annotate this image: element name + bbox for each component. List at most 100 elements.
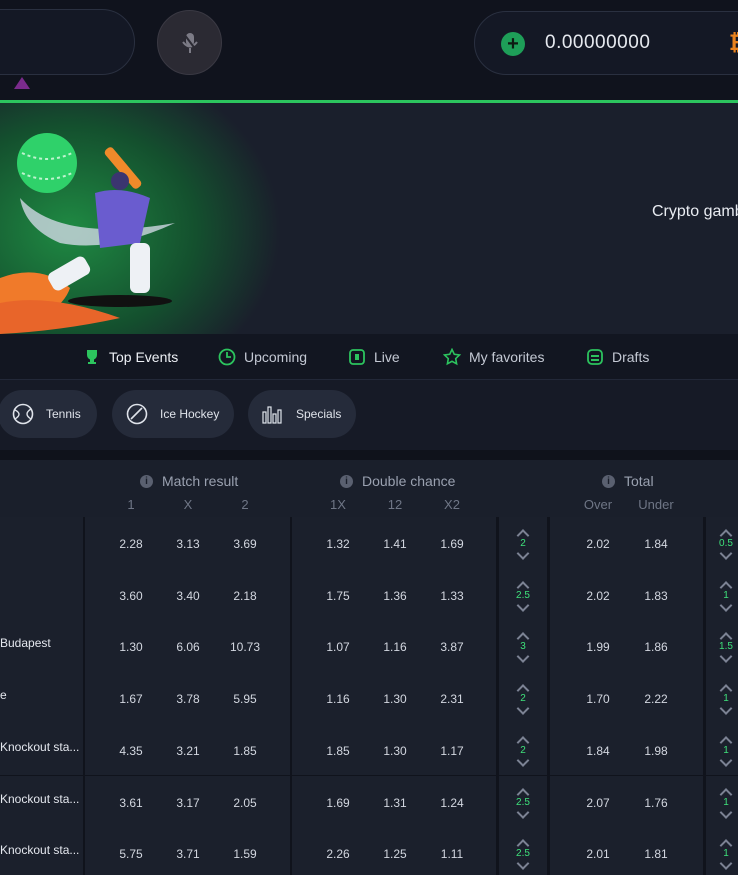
sport-chip-ice-hockey[interactable]: Ice Hockey	[112, 390, 234, 438]
chevron-down-icon[interactable]	[719, 598, 733, 612]
total-line-stepper[interactable]: 2.5	[499, 568, 547, 621]
team-cell[interactable]: Knockout sta...	[0, 723, 83, 776]
odds-button[interactable]: 1.24	[430, 796, 474, 810]
chevron-down-icon[interactable]	[719, 753, 733, 767]
total-line-stepper[interactable]: 3	[499, 620, 547, 673]
odds-button[interactable]: 10.73	[223, 640, 267, 654]
odds-button[interactable]: 5.95	[223, 692, 267, 706]
team-cell[interactable]: Knockout sta...	[0, 775, 83, 828]
next-line-stepper[interactable]: 1.5	[706, 620, 738, 673]
odds-button[interactable]: 1.32	[316, 537, 360, 551]
odds-button[interactable]: 3.69	[223, 537, 267, 551]
next-line-stepper[interactable]: 1	[706, 672, 738, 724]
team-cell[interactable]	[0, 517, 83, 569]
info-icon[interactable]: i	[340, 474, 353, 488]
odds-button[interactable]: 2.28	[109, 537, 153, 551]
odds-button[interactable]: 1.17	[430, 744, 474, 758]
odds-button[interactable]: 3.61	[109, 796, 153, 810]
info-icon[interactable]: i	[602, 474, 615, 488]
odds-button[interactable]: 3.17	[166, 796, 210, 810]
odds-button[interactable]: 3.13	[166, 537, 210, 551]
info-icon[interactable]: i	[140, 474, 153, 488]
odds-button[interactable]: 1.16	[373, 640, 417, 654]
odds-button[interactable]: 1.16	[316, 692, 360, 706]
odds-button[interactable]: 1.86	[634, 640, 678, 654]
total-line-stepper[interactable]: 2.5	[499, 775, 547, 828]
odds-button[interactable]: 2.26	[316, 847, 360, 861]
wallet-balance[interactable]: + 0.00000000 ₿	[474, 11, 738, 75]
next-line-stepper[interactable]: 1	[706, 775, 738, 828]
odds-button[interactable]: 1.69	[316, 796, 360, 810]
odds-button[interactable]: 2.18	[223, 589, 267, 603]
odds-button[interactable]: 1.81	[634, 847, 678, 861]
chevron-down-icon[interactable]	[719, 702, 733, 715]
chevron-down-icon[interactable]	[719, 650, 733, 664]
total-line-stepper[interactable]: 2.5	[499, 827, 547, 875]
odds-button[interactable]: 1.70	[576, 692, 620, 706]
odds-button[interactable]: 2.02	[576, 589, 620, 603]
deposit-plus-icon[interactable]: +	[501, 32, 525, 56]
chevron-down-icon[interactable]	[516, 547, 530, 560]
search-box[interactable]	[0, 9, 135, 75]
chevron-down-icon[interactable]	[516, 753, 530, 767]
odds-button[interactable]: 1.30	[109, 640, 153, 654]
total-line-stepper[interactable]: 2	[499, 672, 547, 724]
sport-chip-tennis[interactable]: Tennis	[0, 390, 97, 438]
odds-button[interactable]: 4.35	[109, 744, 153, 758]
next-line-stepper[interactable]: 0.5	[706, 517, 738, 569]
tab-top-events[interactable]: Top Events	[82, 346, 178, 368]
odds-button[interactable]: 1.36	[373, 589, 417, 603]
odds-button[interactable]: 3.60	[109, 589, 153, 603]
odds-button[interactable]: 3.78	[166, 692, 210, 706]
chevron-down-icon[interactable]	[719, 547, 733, 560]
next-line-stepper[interactable]: 1	[706, 568, 738, 621]
odds-button[interactable]: 1.31	[373, 796, 417, 810]
odds-button[interactable]: 1.33	[430, 589, 474, 603]
odds-button[interactable]: 3.87	[430, 640, 474, 654]
odds-button[interactable]: 2.31	[430, 692, 474, 706]
team-cell[interactable]: Knockout sta...	[0, 827, 83, 875]
odds-button[interactable]: 1.69	[430, 537, 474, 551]
total-line-stepper[interactable]: 2	[499, 723, 547, 776]
chevron-down-icon[interactable]	[516, 650, 530, 664]
odds-button[interactable]: 1.30	[373, 692, 417, 706]
odds-button[interactable]: 1.99	[576, 640, 620, 654]
odds-button[interactable]: 2.01	[576, 847, 620, 861]
odds-button[interactable]: 1.76	[634, 796, 678, 810]
chevron-down-icon[interactable]	[516, 857, 530, 871]
odds-button[interactable]: 1.85	[223, 744, 267, 758]
odds-button[interactable]: 1.11	[430, 847, 474, 861]
odds-button[interactable]: 3.21	[166, 744, 210, 758]
odds-button[interactable]: 2.22	[634, 692, 678, 706]
odds-button[interactable]: 5.75	[109, 847, 153, 861]
odds-button[interactable]: 1.25	[373, 847, 417, 861]
next-line-stepper[interactable]: 1	[706, 827, 738, 875]
next-line-stepper[interactable]: 1	[706, 723, 738, 776]
odds-button[interactable]: 1.59	[223, 847, 267, 861]
tab-drafts[interactable]: Drafts	[585, 346, 649, 368]
odds-button[interactable]: 1.41	[373, 537, 417, 551]
tab-upcoming[interactable]: Upcoming	[217, 346, 307, 368]
chevron-down-icon[interactable]	[516, 598, 530, 612]
odds-button[interactable]: 1.67	[109, 692, 153, 706]
odds-button[interactable]: 1.83	[634, 589, 678, 603]
odds-button[interactable]: 1.84	[634, 537, 678, 551]
team-cell[interactable]: e	[0, 672, 83, 724]
chevron-down-icon[interactable]	[719, 805, 733, 819]
chevron-down-icon[interactable]	[719, 857, 733, 871]
odds-button[interactable]: 1.07	[316, 640, 360, 654]
team-cell[interactable]	[0, 568, 83, 621]
odds-button[interactable]: 3.40	[166, 589, 210, 603]
sport-chip-specials[interactable]: Specials	[248, 390, 356, 438]
odds-button[interactable]: 2.05	[223, 796, 267, 810]
odds-button[interactable]: 6.06	[166, 640, 210, 654]
voice-search-button[interactable]	[157, 10, 222, 75]
tab-my-favorites[interactable]: My favorites	[442, 346, 544, 368]
chevron-down-icon[interactable]	[516, 702, 530, 715]
odds-button[interactable]: 1.84	[576, 744, 620, 758]
tab-live[interactable]: Live	[347, 346, 400, 368]
team-cell[interactable]: Budapest	[0, 620, 83, 673]
odds-button[interactable]: 2.07	[576, 796, 620, 810]
odds-button[interactable]: 1.98	[634, 744, 678, 758]
odds-button[interactable]: 3.71	[166, 847, 210, 861]
